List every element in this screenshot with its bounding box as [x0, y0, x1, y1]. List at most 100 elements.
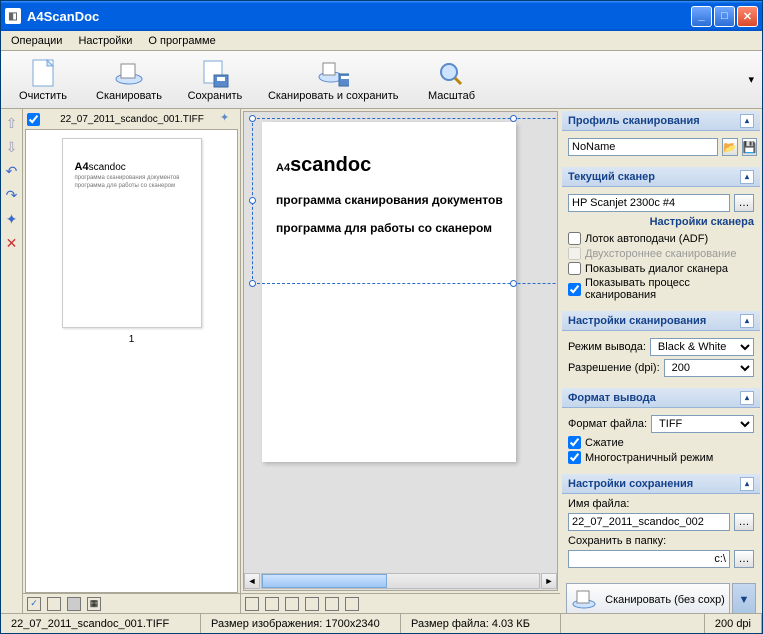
handle-nw[interactable] [249, 115, 256, 122]
zoom-opt-5[interactable] [325, 597, 339, 611]
scanner-section-header[interactable]: Текущий сканер▴ [562, 167, 760, 187]
zoom-opt-2[interactable] [265, 597, 279, 611]
arrow-up-icon[interactable]: ⇧ [4, 115, 20, 131]
rotate-right-icon[interactable]: ↷ [4, 187, 20, 203]
file-format-select[interactable]: TIFF [651, 415, 754, 433]
thumbnail-header: 22_07_2011_scandoc_001.TIFF ✦ [23, 109, 240, 129]
menu-settings[interactable]: Настройки [72, 33, 138, 49]
minimize-button[interactable]: _ [691, 6, 712, 27]
app-icon: ◧ [5, 8, 21, 24]
zoom-opt-6[interactable] [345, 597, 359, 611]
filename-browse-button[interactable]: … [734, 513, 754, 531]
show-process-checkbox-row[interactable]: Показывать процесс сканирования [568, 277, 754, 301]
zoom-opt-4[interactable] [305, 597, 319, 611]
scroll-right-arrow[interactable]: ► [541, 573, 557, 589]
profile-name-input[interactable] [568, 138, 718, 156]
thumbnail-config-icon[interactable]: ✦ [220, 111, 236, 127]
titlebar: ◧ A4ScanDoc _ □ ✕ [1, 1, 762, 31]
toolbar-overflow[interactable]: ▾ [748, 73, 760, 86]
scan-settings-section-header[interactable]: Настройки сканирования▴ [562, 311, 760, 331]
save-icon [199, 58, 231, 90]
content-area: ⇧ ⇩ ↶ ↷ ✦ ✕ 22_07_2011_scandoc_001.TIFF … [1, 109, 762, 613]
browse-scanner-button[interactable]: … [734, 194, 754, 212]
menu-operations[interactable]: Операции [5, 33, 68, 49]
show-dialog-checkbox[interactable] [568, 262, 581, 275]
check-all-button[interactable]: ✓ [27, 597, 41, 611]
preview-panel: A4scandoc программа сканирования докумен… [243, 111, 558, 591]
duplex-checkbox-row: Двухстороннее сканирование [568, 247, 754, 260]
maximize-button[interactable]: □ [714, 6, 735, 27]
scanner-name-input[interactable] [568, 194, 730, 212]
menu-about[interactable]: О программе [142, 33, 221, 49]
delete-icon[interactable]: ✕ [4, 235, 20, 251]
thumbnail-toolbar: ✓ ▦ [23, 593, 240, 613]
thumbnail-list[interactable]: A4scandoc программа сканирования докумен… [25, 129, 238, 593]
scan-dropdown-button[interactable]: ▼ [732, 583, 756, 613]
save-profile-button[interactable]: 💾 [742, 138, 758, 156]
compress-checkbox-row[interactable]: Сжатие [568, 436, 754, 449]
settings-icon[interactable]: ✦ [4, 211, 20, 227]
duplex-checkbox [568, 247, 581, 260]
collapse-icon[interactable]: ▴ [740, 170, 754, 184]
document-icon [27, 58, 59, 90]
scanner-save-icon [317, 58, 349, 90]
statusbar: 22_07_2011_scandoc_001.TIFF Размер изобр… [1, 613, 762, 633]
scroll-thumb[interactable] [262, 574, 387, 588]
zoom-button[interactable]: Масштаб [411, 55, 491, 105]
main-toolbar: Очистить Сканировать Сохранить Сканирова… [1, 51, 762, 109]
profile-section-header[interactable]: Профиль сканирования▴ [562, 111, 760, 131]
magnifier-icon [435, 58, 467, 90]
multipage-checkbox-row[interactable]: Многостраничный режим [568, 451, 754, 464]
horizontal-scrollbar[interactable]: ◄ ► [244, 572, 557, 590]
arrow-down-icon[interactable]: ⇩ [4, 139, 20, 155]
scan-no-save-button[interactable]: Сканировать (без сохр) [566, 583, 730, 613]
collapse-icon[interactable]: ▴ [740, 314, 754, 328]
show-process-checkbox[interactable] [568, 283, 581, 296]
zoom-opt-3[interactable] [285, 597, 299, 611]
preview-canvas[interactable]: A4scandoc программа сканирования докумен… [244, 112, 557, 572]
scanner-icon [113, 58, 145, 90]
view-mode-1-button[interactable] [67, 597, 81, 611]
collapse-icon[interactable]: ▴ [740, 114, 754, 128]
save-button[interactable]: Сохранить [175, 55, 255, 105]
handle-w[interactable] [249, 197, 256, 204]
thumbnails-panel: 22_07_2011_scandoc_001.TIFF ✦ A4scandoc … [23, 109, 241, 613]
adf-checkbox-row[interactable]: Лоток автоподачи (ADF) [568, 232, 754, 245]
handle-n[interactable] [510, 115, 517, 122]
open-profile-button[interactable]: 📂 [722, 138, 738, 156]
page-number: 1 [129, 334, 135, 345]
folder-browse-button[interactable]: … [734, 550, 754, 568]
compress-checkbox[interactable] [568, 436, 581, 449]
close-button[interactable]: ✕ [737, 6, 758, 27]
rotate-left-icon[interactable]: ↶ [4, 163, 20, 179]
status-dimensions: Размер изображения: 1700x2340 [201, 614, 401, 633]
scroll-left-arrow[interactable]: ◄ [244, 573, 260, 589]
format-section-header[interactable]: Формат вывода▴ [562, 388, 760, 408]
handle-sw[interactable] [249, 280, 256, 287]
resolution-select[interactable]: 200 [664, 359, 754, 377]
show-dialog-checkbox-row[interactable]: Показывать диалог сканера [568, 262, 754, 275]
menubar: Операции Настройки О программе [1, 31, 762, 51]
zoom-opt-1[interactable] [245, 597, 259, 611]
view-mode-2-button[interactable]: ▦ [87, 597, 101, 611]
clear-button[interactable]: Очистить [3, 55, 83, 105]
scan-save-button[interactable]: Сканировать и сохранить [257, 55, 410, 105]
multipage-checkbox[interactable] [568, 451, 581, 464]
scanner-settings-label: Настройки сканера [568, 216, 754, 228]
status-spacer [561, 614, 705, 633]
output-mode-select[interactable]: Black & White [650, 338, 754, 356]
thumbnail-checkbox[interactable] [27, 113, 40, 126]
left-toolbar: ⇧ ⇩ ↶ ↷ ✦ ✕ [1, 109, 23, 613]
thumbnail-page[interactable]: A4scandoc программа сканирования докумен… [62, 138, 202, 328]
scroll-track[interactable] [261, 573, 540, 589]
adf-checkbox[interactable] [568, 232, 581, 245]
collapse-icon[interactable]: ▴ [740, 477, 754, 491]
preview-toolbar [241, 593, 560, 613]
collapse-icon[interactable]: ▴ [740, 391, 754, 405]
folder-input[interactable] [568, 550, 730, 568]
handle-s[interactable] [510, 280, 517, 287]
filename-input[interactable] [568, 513, 730, 531]
uncheck-all-button[interactable] [47, 597, 61, 611]
save-section-header[interactable]: Настройки сохранения▴ [562, 474, 760, 494]
scan-button[interactable]: Сканировать [85, 55, 173, 105]
